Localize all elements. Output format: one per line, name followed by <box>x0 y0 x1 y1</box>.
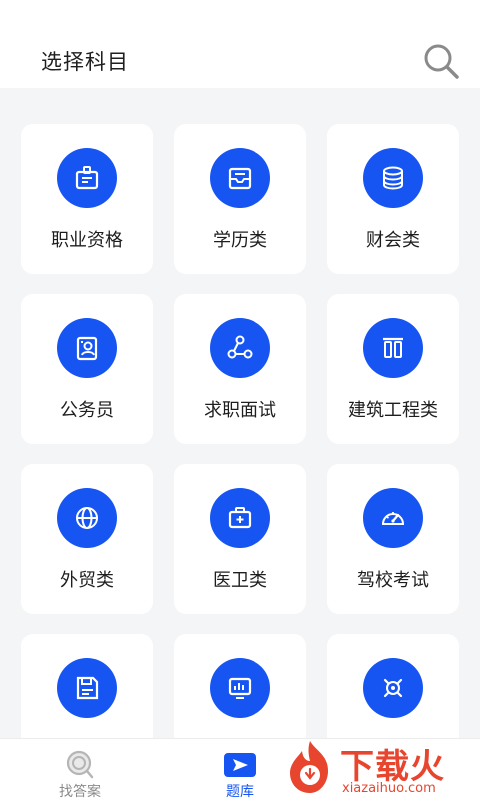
subject-icon-circle <box>363 658 423 718</box>
profile-card-icon <box>76 336 98 361</box>
tab-find-answer[interactable]: 找答案 <box>20 739 140 800</box>
subject-icon-circle <box>210 148 270 208</box>
watermark-url: xiazaihuo.com <box>342 781 436 796</box>
watermark: 下载火 xiazaihuo.com <box>280 735 480 800</box>
subject-card-driving-school[interactable]: 驾校考试 <box>327 464 459 614</box>
subject-icon-circle <box>210 318 270 378</box>
header: 选择科目 <box>0 0 480 88</box>
subject-card-accounting[interactable]: 财会类 <box>327 124 459 274</box>
globe-icon <box>76 507 98 529</box>
search-icon <box>66 750 94 779</box>
medical-kit-icon <box>228 507 252 529</box>
flame-logo-icon <box>290 741 328 793</box>
subject-card-construction[interactable]: 建筑工程类 <box>327 294 459 444</box>
subject-icon-circle <box>57 148 117 208</box>
subject-icon-circle <box>57 488 117 548</box>
subject-label: 求职面试 <box>204 400 276 421</box>
floppy-disk-icon <box>76 676 99 700</box>
subject-icon-circle <box>210 658 270 718</box>
subject-card-education[interactable]: 学历类 <box>174 124 306 274</box>
subject-card-vocational[interactable]: 职业资格 <box>21 124 153 274</box>
subject-label: 外贸类 <box>60 570 114 591</box>
subject-card-foreign-trade[interactable]: 外贸类 <box>21 464 153 614</box>
subject-label: 职业资格 <box>51 230 123 251</box>
monitor-chart-icon <box>228 677 252 699</box>
subject-icon-circle <box>57 658 117 718</box>
subject-label: 医卫类 <box>213 570 267 591</box>
search-icon <box>424 44 459 79</box>
page-title: 选择科目 <box>41 50 129 74</box>
subject-card-civil-service[interactable]: 公务员 <box>21 294 153 444</box>
speedometer-icon <box>381 512 405 525</box>
subject-icon-circle <box>210 488 270 548</box>
pillars-icon <box>383 337 403 358</box>
tab-label: 找答案 <box>59 784 101 800</box>
database-icon <box>383 166 403 190</box>
gear-target-icon <box>383 678 403 698</box>
id-badge-icon <box>75 166 99 190</box>
subject-label: 公务员 <box>60 400 114 421</box>
play-flag-icon <box>224 753 256 777</box>
subject-label: 学历类 <box>213 230 267 251</box>
subject-icon-circle <box>363 488 423 548</box>
subject-icon-circle <box>57 318 117 378</box>
subject-label: 驾校考试 <box>357 570 429 591</box>
search-button[interactable] <box>420 40 462 82</box>
network-nodes-icon <box>227 335 253 359</box>
subject-card-medical[interactable]: 医卫类 <box>174 464 306 614</box>
inbox-tray-icon <box>228 167 252 190</box>
subject-icon-circle <box>363 148 423 208</box>
subject-icon-circle <box>363 318 423 378</box>
subject-card-job-interview[interactable]: 求职面试 <box>174 294 306 444</box>
subject-label: 财会类 <box>366 230 420 251</box>
subject-label: 建筑工程类 <box>348 400 438 421</box>
